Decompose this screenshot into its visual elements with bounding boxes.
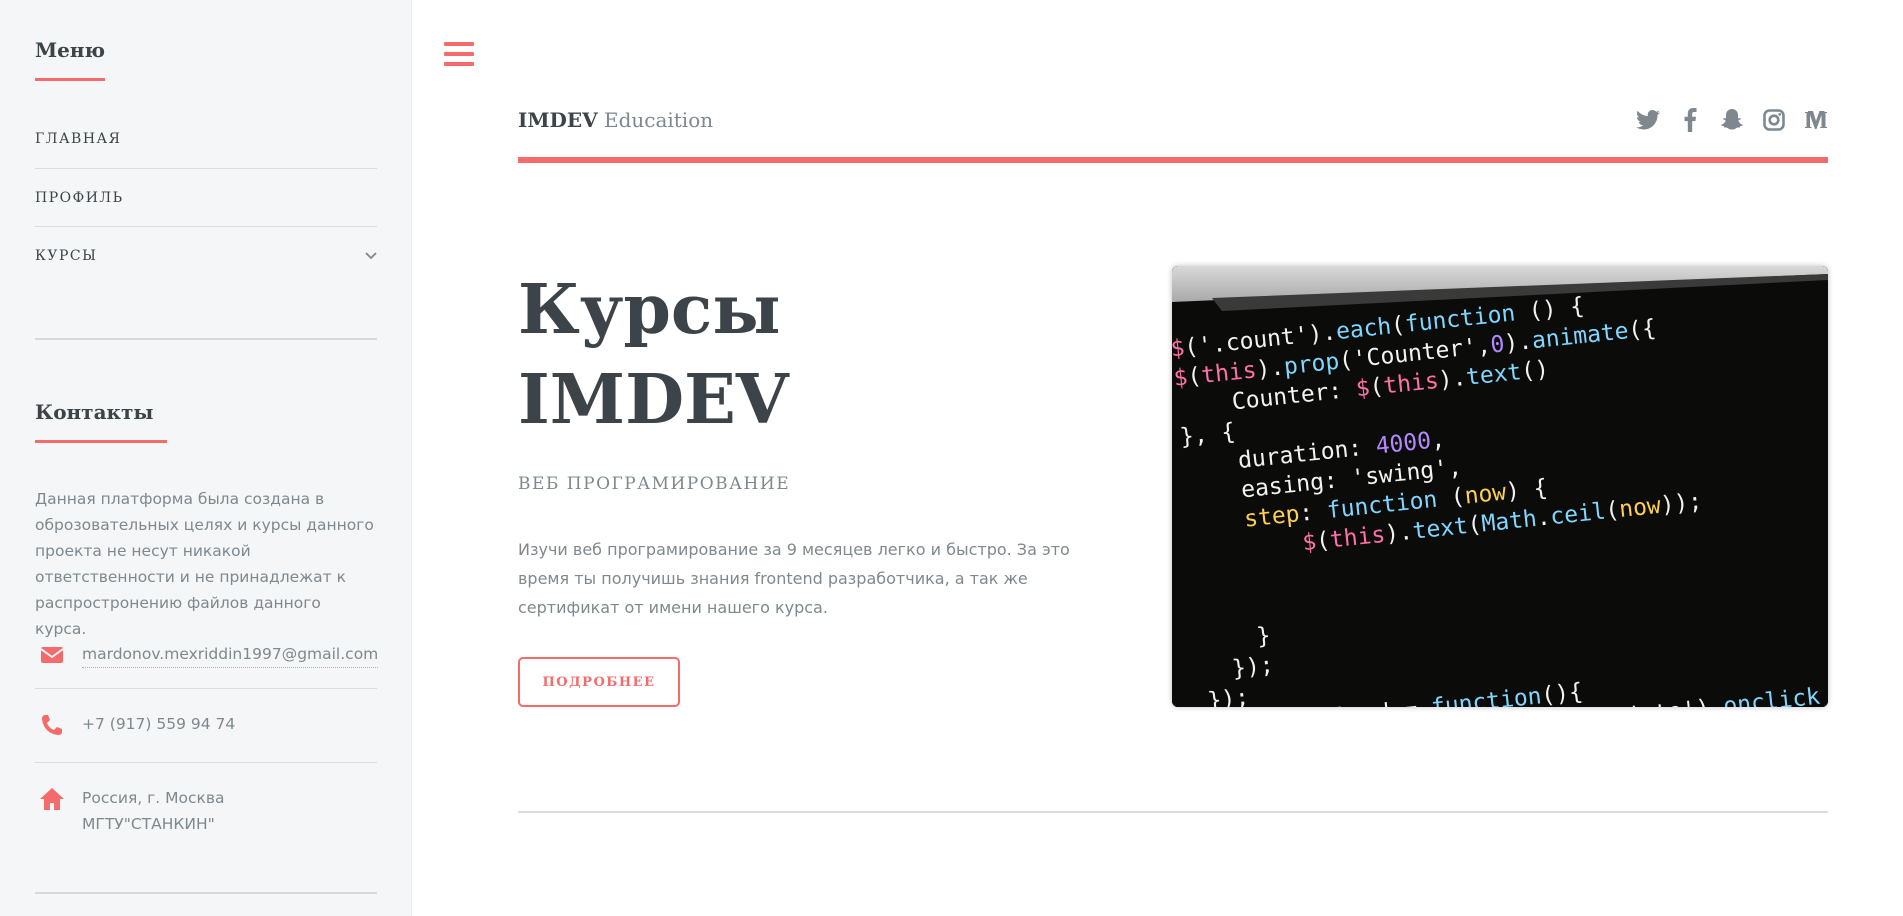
menu-title: Меню — [35, 38, 106, 81]
envelope-icon — [40, 647, 64, 663]
hamburger-bar — [444, 42, 474, 46]
code-token: , — [1430, 427, 1447, 454]
logo-bold: IMDEV — [518, 108, 598, 132]
contact-email: mardonov.mexriddin1997@gmail.com — [35, 628, 379, 688]
code-token: , — [1447, 454, 1464, 481]
hero-title-line2: IMDEV — [518, 360, 789, 440]
address-block: Россия, г. Москва МГТУ"СТАНКИН" — [82, 785, 225, 837]
code-token — [1819, 682, 1828, 707]
social-links — [1636, 108, 1828, 132]
main-divider — [518, 811, 1828, 813]
chevron-down-icon[interactable] — [365, 250, 377, 262]
instagram-icon[interactable] — [1762, 108, 1786, 132]
code-token: { — [1220, 419, 1237, 446]
logo-light: Educaition — [603, 108, 714, 132]
facebook-icon[interactable] — [1678, 108, 1702, 132]
sidebar-divider — [35, 338, 377, 340]
snapchat-icon[interactable] — [1720, 108, 1744, 132]
twitter-icon[interactable] — [1636, 108, 1660, 132]
sidebar-divider-bottom — [35, 892, 377, 894]
code-line: }); — [1206, 684, 1250, 707]
hero-text: Изучи веб програмирование за 9 месяцев л… — [518, 540, 1070, 617]
code-token: { — [1532, 475, 1549, 502]
menu-list: ГЛАВНАЯ ПРОФИЛЬ КУРСЫ — [35, 117, 377, 284]
hamburger-menu-icon[interactable] — [444, 42, 474, 72]
code-image-canvas: $('.count').each(function () {$(this).pr… — [1172, 266, 1828, 707]
header: IMDEV Educaition — [518, 108, 1828, 163]
code-token — [1203, 656, 1233, 685]
code-token: { — [1641, 315, 1658, 342]
more-button[interactable]: ПОДРОБНЕЕ — [518, 657, 680, 707]
code-screenshot-image: $('.count').each(function () {$(this).pr… — [1172, 266, 1828, 707]
home-icon — [40, 788, 64, 810]
code-token: ) — [1534, 356, 1551, 383]
menu-item-label: ПРОФИЛЬ — [35, 189, 124, 206]
menu-item-home[interactable]: ГЛАВНАЯ — [35, 110, 377, 168]
menu-item-label: ГЛАВНАЯ — [35, 131, 122, 147]
code-token: { — [1568, 679, 1585, 706]
contacts-title: Контакты — [35, 400, 167, 443]
hero-subtitle: ВЕБ ПРОГРАМИРОВАНИЕ — [518, 474, 791, 494]
menu-item-label: КУРСЫ — [35, 247, 98, 264]
code-token: now — [1463, 479, 1507, 509]
code-token: now — [1618, 493, 1662, 523]
hero-title-line1: Курсы — [518, 270, 781, 350]
hero-title: Курсы IMDEV — [518, 265, 789, 445]
code-token: ; — [1258, 652, 1275, 679]
menu-item-courses[interactable]: КУРСЫ — [35, 226, 377, 284]
code-token: ; — [1234, 684, 1251, 707]
logo[interactable]: IMDEV Educaition — [518, 108, 713, 132]
address-line1: Россия, г. Москва — [82, 789, 225, 807]
sidebar: Меню ГЛАВНАЯ ПРОФИЛЬ КУРСЫ Контакты Данн… — [0, 0, 412, 916]
hamburger-bar — [444, 62, 474, 66]
code-token: } — [1255, 623, 1272, 650]
email-link[interactable]: mardonov.mexriddin1997@gmail.com — [82, 641, 379, 668]
phone-icon — [42, 715, 62, 735]
code-token: ; — [1687, 488, 1704, 515]
menu-item-profile[interactable]: ПРОФИЛЬ — [35, 168, 377, 226]
hamburger-bar — [444, 52, 474, 56]
medium-icon[interactable] — [1804, 108, 1828, 132]
contact-address: Россия, г. Москва МГТУ"СТАНКИН" — [35, 762, 377, 862]
code-token: { — [1569, 293, 1586, 320]
phone-text: +7 (917) 559 94 74 — [82, 715, 236, 733]
address-line2: МГТУ"СТАНКИН" — [82, 815, 215, 833]
about-text: Данная платформа была создана в оброзова… — [35, 490, 374, 638]
contact-phone: +7 (917) 559 94 74 — [35, 688, 377, 762]
